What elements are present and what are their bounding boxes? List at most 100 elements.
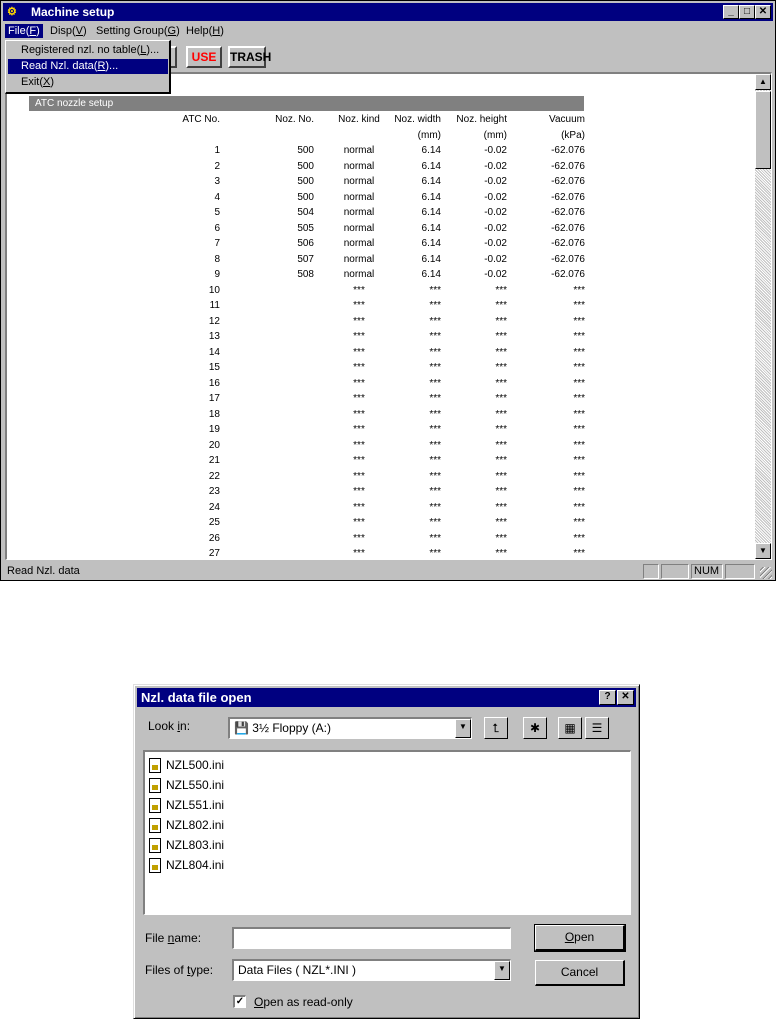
ini-file-icon: [149, 778, 161, 794]
table-row: 1 500 normal 6.14 -0.02 -62.076: [29, 144, 585, 160]
cell-noz-height: ***: [495, 486, 507, 497]
menu-bar: File(F) Disp(V) Setting Group(G) Help(H): [3, 22, 773, 40]
scroll-thumb[interactable]: [755, 91, 771, 169]
cell-noz-no: 508: [297, 269, 314, 280]
menu-item-read-nzl-data[interactable]: Read Nzl. data(R)...: [8, 59, 168, 74]
cell-noz-no: 500: [297, 145, 314, 156]
resize-grip-icon[interactable]: [760, 567, 772, 579]
menu-item-registered-nzl-table[interactable]: Registered nzl. no table(L)...: [8, 43, 168, 58]
ini-file-icon: [149, 838, 161, 854]
list-item[interactable]: NZL500.ini: [149, 756, 224, 774]
scroll-down-arrow-icon[interactable]: ▼: [755, 543, 771, 559]
cell-noz-height: ***: [495, 470, 507, 482]
cell-noz-height: ***: [495, 517, 507, 528]
file-open-dialog: Nzl. data file open ? ✕ Look in: 💾 3½ Fl…: [133, 684, 640, 1019]
cell-noz-width: ***: [429, 455, 441, 466]
table-row: 15 *** *** *** ***: [29, 361, 585, 377]
cell-noz-width: ***: [429, 439, 441, 451]
cancel-button[interactable]: Cancel: [535, 960, 625, 986]
app-icon: ⚙: [7, 6, 17, 18]
read-only-checkbox[interactable]: ✓: [233, 995, 246, 1008]
cell-noz-height: ***: [495, 455, 507, 466]
vertical-scrollbar[interactable]: ▲ ▼: [755, 74, 771, 559]
cell-noz-height: -0.02: [484, 176, 507, 187]
list-item[interactable]: NZL551.ini: [149, 796, 224, 814]
list-item[interactable]: NZL803.ini: [149, 836, 224, 854]
list-item[interactable]: NZL804.ini: [149, 856, 224, 874]
minimize-button[interactable]: _: [723, 5, 739, 19]
read-only-label[interactable]: Open as read-only: [254, 995, 353, 1009]
cell-noz-width: ***: [429, 501, 441, 513]
cell-noz-no: 500: [297, 160, 314, 172]
cell-vacuum: ***: [573, 362, 585, 373]
menu-file[interactable]: File(F): [5, 24, 43, 38]
table-row: 2 500 normal 6.14 -0.02 -62.076: [29, 160, 585, 176]
cell-noz-width: 6.14: [421, 191, 441, 203]
dialog-close-icon[interactable]: ✕: [617, 690, 634, 705]
title-bar: ⚙ Machine setup _ □ ✕: [3, 3, 773, 21]
close-button[interactable]: ✕: [755, 5, 771, 19]
cell-vacuum: ***: [573, 501, 585, 513]
cell-noz-height: -0.02: [484, 145, 507, 156]
cell-atc-no: 8: [214, 253, 220, 265]
table-row: 25 *** *** *** ***: [29, 516, 585, 532]
trash-button[interactable]: TRASH: [228, 46, 271, 68]
cell-atc-no: 6: [214, 222, 220, 234]
cell-noz-height: -0.02: [484, 269, 507, 280]
look-in-dropdown-icon[interactable]: ▼: [455, 719, 471, 738]
file-type-select[interactable]: Data Files ( NZL*.INI ) ▼: [232, 959, 511, 981]
cell-noz-width: 6.14: [421, 269, 441, 280]
cell-atc-no: 11: [209, 300, 220, 311]
menu-item-exit[interactable]: Exit(X): [8, 75, 168, 90]
file-name-input[interactable]: [232, 927, 511, 949]
cell-noz-width: 6.14: [421, 160, 441, 172]
use-button[interactable]: USE: [186, 46, 222, 68]
open-button[interactable]: Open: [534, 924, 626, 952]
cell-noz-no: 500: [297, 191, 314, 203]
menu-help[interactable]: Help(H): [183, 24, 227, 38]
cell-vacuum: ***: [573, 470, 585, 482]
cell-atc-no: 24: [208, 501, 220, 513]
section-header: ATC nozzle setup: [29, 96, 584, 111]
ini-file-icon: [149, 758, 161, 774]
file-type-label: Files of type:: [145, 963, 214, 977]
list-item[interactable]: NZL550.ini: [149, 776, 224, 794]
menu-setting-group[interactable]: Setting Group(G): [93, 24, 183, 38]
unit-height: (mm): [483, 129, 507, 141]
maximize-button[interactable]: □: [739, 5, 755, 19]
cell-noz-height: ***: [495, 284, 507, 296]
list-item[interactable]: NZL802.ini: [149, 816, 224, 834]
cell-noz-width: ***: [429, 517, 441, 528]
cell-atc-no: 5: [214, 207, 220, 218]
cell-atc-no: 1: [214, 145, 220, 156]
table-row: 20 *** *** *** ***: [29, 439, 585, 455]
cell-noz-height: ***: [495, 315, 507, 327]
file-type-dropdown-icon[interactable]: ▼: [494, 961, 510, 980]
cell-vacuum: -62.076: [551, 269, 585, 280]
cell-noz-no: 507: [297, 253, 314, 265]
scroll-up-arrow-icon[interactable]: ▲: [755, 74, 771, 90]
table-row: 8 507 normal 6.14 -0.02 -62.076: [29, 253, 585, 269]
cell-vacuum: -62.076: [551, 160, 585, 172]
cell-vacuum: ***: [573, 532, 585, 544]
cell-noz-height: -0.02: [484, 160, 507, 172]
cell-vacuum: -62.076: [551, 176, 585, 187]
up-folder-icon[interactable]: ⮤: [484, 717, 508, 739]
cell-noz-no: 505: [297, 222, 314, 234]
ini-file-icon: [149, 798, 161, 814]
col-noz-height: Noz. height: [456, 114, 507, 125]
details-view-icon[interactable]: ☰: [585, 717, 609, 739]
cell-vacuum: ***: [573, 408, 585, 420]
cell-noz-width: ***: [429, 393, 441, 404]
cell-noz-height: ***: [495, 408, 507, 420]
list-view-icon[interactable]: ▦: [558, 717, 582, 739]
cell-vacuum: -62.076: [551, 253, 585, 265]
look-in-combo[interactable]: 💾 3½ Floppy (A:) ▼: [228, 717, 472, 739]
menu-disp[interactable]: Disp(V): [47, 24, 90, 38]
cell-vacuum: ***: [573, 284, 585, 296]
file-list[interactable]: NZL500.ini NZL550.ini NZL551.ini NZL802.…: [143, 750, 631, 915]
help-icon[interactable]: ?: [599, 690, 616, 705]
cell-vacuum: -62.076: [551, 145, 585, 156]
new-folder-icon[interactable]: ✱: [523, 717, 547, 739]
cell-noz-height: ***: [495, 377, 507, 389]
